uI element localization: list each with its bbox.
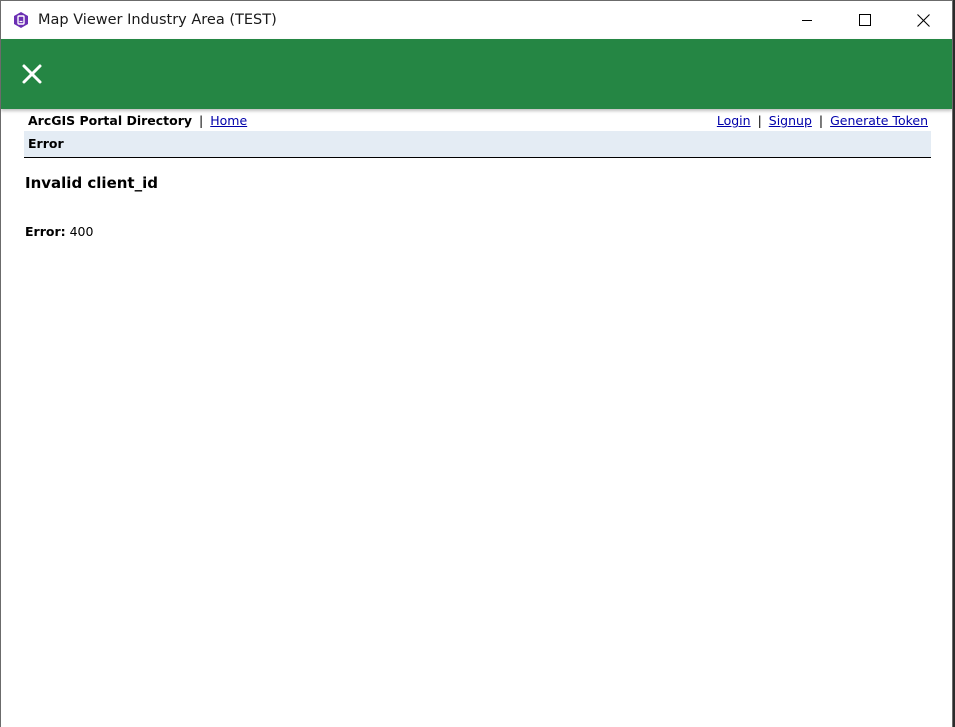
signup-link[interactable]: Signup — [769, 113, 812, 128]
green-header — [1, 39, 952, 109]
minimize-button[interactable] — [778, 1, 836, 39]
title-bar[interactable]: Map Viewer Industry Area (TEST) — [1, 1, 952, 39]
close-icon[interactable] — [21, 63, 43, 85]
nav-separator: | — [199, 113, 204, 128]
window-controls — [778, 1, 952, 39]
window-title: Map Viewer Industry Area (TEST) — [38, 12, 277, 28]
error-message: Invalid client_id — [25, 174, 158, 192]
home-link[interactable]: Home — [210, 113, 247, 128]
nav-separator: | — [757, 113, 762, 128]
error-code: 400 — [69, 224, 94, 239]
app-hex-icon — [12, 11, 30, 29]
close-window-button[interactable] — [894, 1, 952, 39]
app-window: Map Viewer Industry Area (TEST) ArcGIS P… — [0, 0, 953, 727]
minimize-icon — [802, 20, 812, 21]
maximize-button[interactable] — [836, 1, 894, 39]
portal-brand: ArcGIS Portal Directory — [28, 113, 193, 128]
error-code-line: Error: 400 — [24, 224, 931, 239]
nav-left: ArcGIS Portal Directory | Home — [28, 113, 247, 128]
close-icon — [916, 13, 930, 27]
error-label: Error: — [25, 224, 66, 239]
section-title-bar: Error — [24, 131, 931, 158]
generate-token-link[interactable]: Generate Token — [830, 113, 928, 128]
maximize-icon — [859, 14, 871, 26]
portal-navbar: ArcGIS Portal Directory | Home Login | S… — [24, 109, 931, 131]
login-link[interactable]: Login — [717, 113, 751, 128]
portal-content: ArcGIS Portal Directory | Home Login | S… — [24, 109, 931, 239]
nav-separator: | — [818, 113, 824, 128]
nav-right: Login | Signup | Generate Token — [717, 113, 928, 128]
